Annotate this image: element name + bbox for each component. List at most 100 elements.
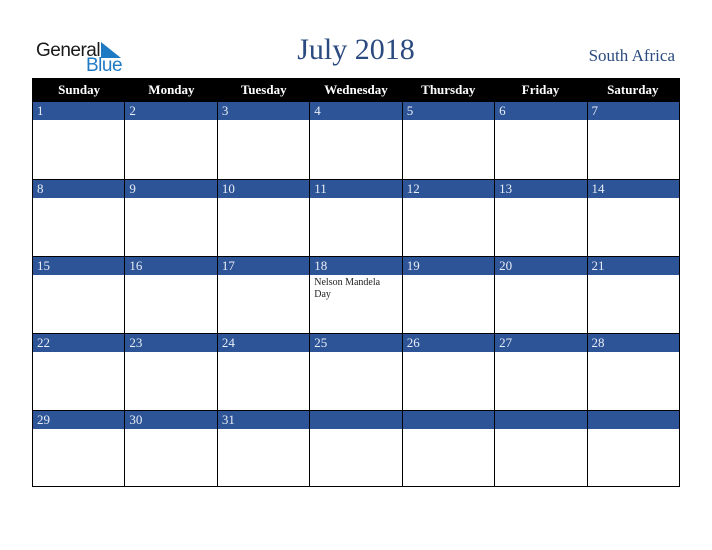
holiday-event [588, 198, 679, 202]
day-cell[interactable]: 18 Nelson Mandela Day [309, 257, 402, 333]
calendar-grid: Sunday Monday Tuesday Wednesday Thursday… [32, 78, 680, 487]
week-row: 15 16 17 18 Nelson Mandela Day 19 20 21 [33, 256, 679, 333]
weekday-header: Monday [148, 82, 195, 97]
day-cell[interactable]: 12 [401, 180, 495, 256]
weekday-header: Saturday [607, 82, 659, 97]
holiday-event [495, 198, 586, 202]
day-cell[interactable]: 19 [401, 257, 495, 333]
day-cell[interactable]: 7 [586, 102, 679, 179]
holiday-event [33, 275, 124, 279]
holiday-event [588, 352, 679, 356]
date-number: 27 [495, 334, 587, 352]
day-cell[interactable]: 23 [124, 334, 217, 410]
holiday-event [125, 429, 216, 433]
date-number: 20 [495, 257, 587, 275]
date-number: 29 [33, 411, 125, 429]
holiday-event [33, 198, 124, 202]
holiday-event [125, 352, 216, 356]
day-cell[interactable]: 26 [401, 334, 495, 410]
date-number: 5 [402, 102, 495, 120]
date-number: 24 [217, 334, 310, 352]
date-number: 10 [217, 180, 310, 198]
day-cell[interactable]: 10 [216, 180, 310, 256]
week-row: 22 23 24 25 26 27 28 [33, 333, 679, 410]
country-label: South Africa [588, 46, 675, 65]
holiday-event [218, 352, 309, 356]
holiday-event [403, 352, 494, 356]
day-cell[interactable] [586, 411, 679, 487]
day-cell[interactable]: 4 [309, 102, 402, 179]
day-cell[interactable]: 25 [309, 334, 402, 410]
day-cell[interactable]: 31 [216, 411, 310, 487]
date-number [402, 411, 495, 429]
day-cell[interactable]: 16 [124, 257, 217, 333]
holiday-event [125, 120, 216, 124]
weekday-header: Tuesday [240, 82, 287, 97]
day-cell[interactable]: 14 [586, 180, 679, 256]
day-cell[interactable]: 13 [494, 180, 587, 256]
date-number: 2 [125, 102, 217, 120]
weekday-header: Thursday [421, 82, 476, 97]
date-number: 28 [587, 334, 679, 352]
date-number: 1 [33, 102, 125, 120]
holiday-event [310, 120, 401, 124]
holiday-event [310, 198, 401, 202]
holiday-event [588, 275, 679, 279]
holiday-event [403, 198, 494, 202]
week-row: 1234567 [33, 102, 679, 179]
date-number: 16 [125, 257, 217, 275]
date-number: 4 [310, 102, 402, 120]
holiday-event [403, 120, 494, 124]
holiday-event [588, 429, 679, 433]
holiday-event [495, 352, 586, 356]
date-number: 18 [310, 257, 402, 275]
day-cell[interactable]: 29 [33, 411, 125, 487]
day-cell[interactable] [401, 411, 495, 487]
date-number: 11 [310, 180, 402, 198]
day-cell[interactable]: 9 [124, 180, 217, 256]
date-number: 3 [217, 102, 310, 120]
week-row: 8 9 10 11 12 13 14 [33, 179, 679, 256]
day-cell[interactable]: 11 [309, 180, 402, 256]
day-cell[interactable]: 17 [216, 257, 310, 333]
date-number: 13 [495, 180, 587, 198]
day-cell[interactable]: 8 [33, 180, 125, 256]
day-cell[interactable]: 27 [494, 334, 587, 410]
day-cell[interactable]: 30 [124, 411, 217, 487]
holiday-event [218, 275, 309, 279]
holiday-event [588, 120, 679, 124]
day-cell[interactable]: 21 [586, 257, 679, 333]
date-number [587, 411, 679, 429]
holiday-event: Nelson Mandela Day [314, 277, 381, 300]
day-cell[interactable]: 6 [494, 102, 587, 179]
date-number: 12 [402, 180, 495, 198]
day-cell[interactable]: 2 [124, 102, 217, 179]
holiday-event [218, 429, 309, 433]
holiday-event [125, 275, 216, 279]
date-number: 21 [587, 257, 679, 275]
date-number: 6 [495, 102, 587, 120]
date-number: 7 [587, 102, 679, 120]
date-number: 31 [217, 411, 310, 429]
day-cell[interactable]: 15 [33, 257, 125, 333]
day-cell[interactable] [494, 411, 587, 487]
holiday-event [33, 120, 124, 124]
date-number: 25 [310, 334, 402, 352]
holiday-event [125, 198, 216, 202]
holiday-event [495, 120, 586, 124]
day-cell[interactable]: 1 [33, 102, 125, 179]
day-cell[interactable] [309, 411, 402, 487]
day-cell[interactable]: 28 [586, 334, 679, 410]
date-number [310, 411, 402, 429]
date-number: 14 [587, 180, 679, 198]
day-cell[interactable]: 24 [216, 334, 310, 410]
day-cell[interactable]: 3 [216, 102, 310, 179]
day-cell[interactable]: 20 [494, 257, 587, 333]
holiday-event [495, 429, 586, 433]
holiday-event [218, 120, 309, 124]
day-cell[interactable]: 22 [33, 334, 125, 410]
day-cell[interactable]: 5 [401, 102, 495, 179]
date-number: 15 [33, 257, 125, 275]
holiday-event [310, 352, 401, 356]
date-number: 22 [33, 334, 125, 352]
